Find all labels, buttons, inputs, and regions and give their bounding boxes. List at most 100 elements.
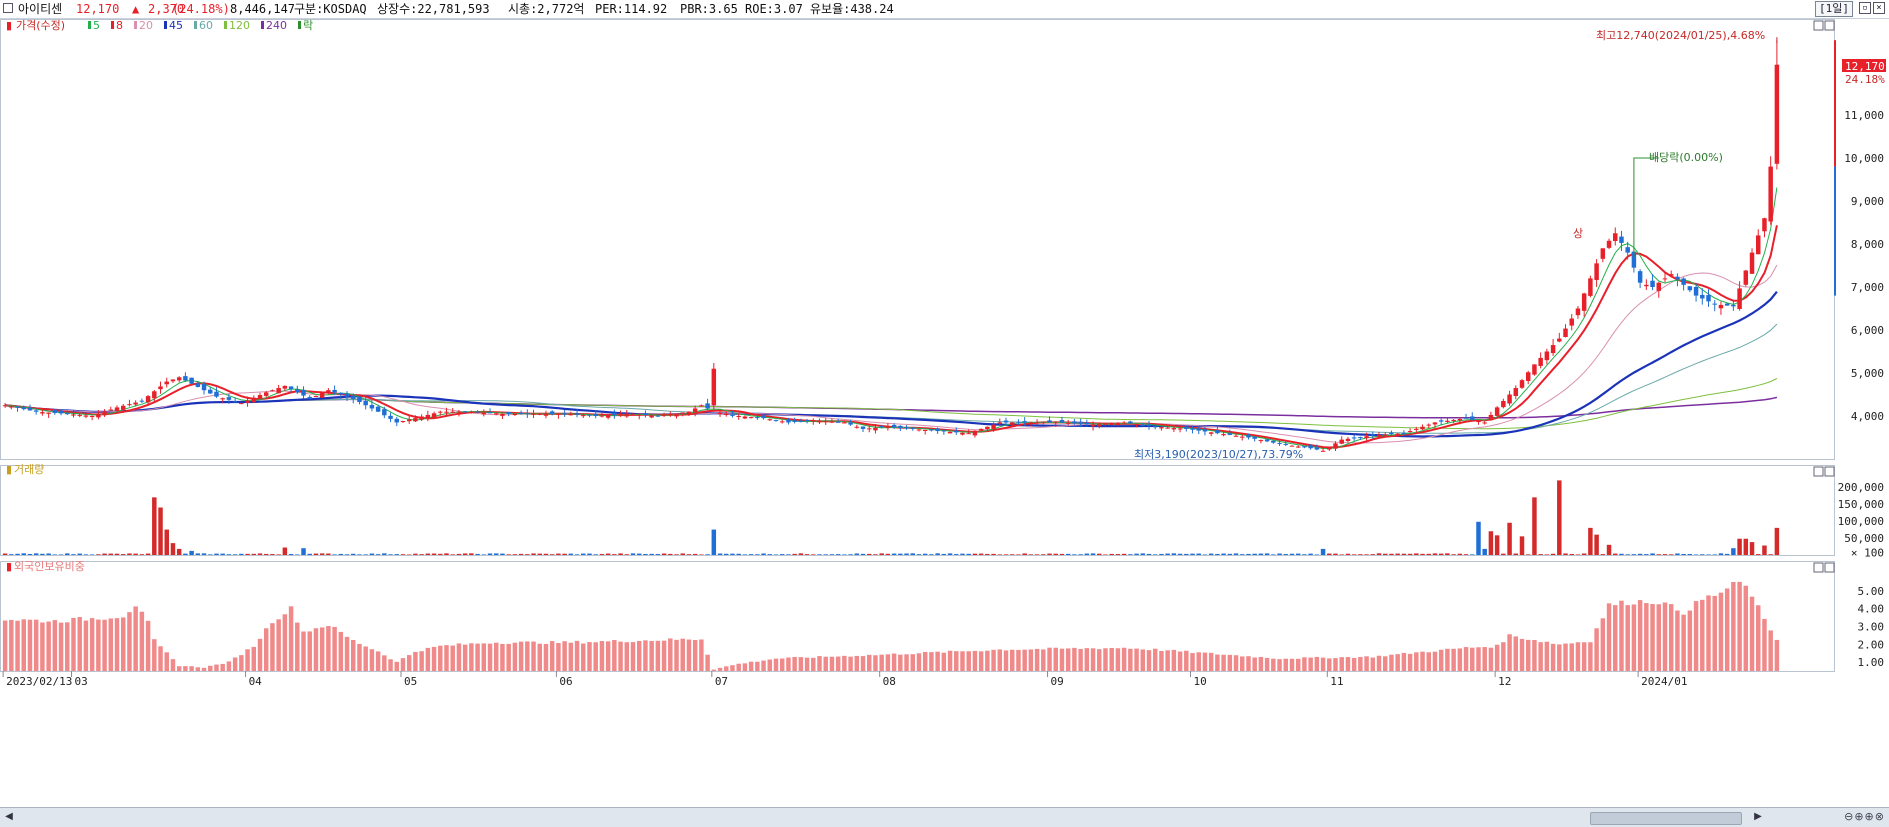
candle [848,422,853,425]
candle [83,415,89,417]
volume-bar [1606,544,1612,555]
volume-bar [1034,554,1040,555]
volume-bar [618,553,623,555]
candle [1600,248,1606,259]
zoom-icons[interactable]: ⊖⊕⊕⊗ [1844,810,1885,823]
close-icon[interactable]: × [1873,2,1885,14]
foreign-ownership-bar [208,665,213,671]
foreign-panel-title: 외국인보유비중 [14,560,85,573]
panel-restore-icon[interactable] [1813,562,1824,573]
volume-bar [456,553,462,555]
volume-bar [674,554,679,555]
foreign-ownership-bar [40,622,45,671]
volume-bar [120,554,126,555]
foreign-ownership-bar [867,654,872,671]
x-tick-label: 03 [74,675,87,688]
foreign-ownership-bar [1084,648,1090,671]
scroll-thumb[interactable] [1590,812,1742,825]
panel-restore-icon[interactable] [1813,466,1824,477]
volume-bar [779,554,785,555]
foreign-ownership-bar [891,653,897,671]
volume-bar [966,553,971,555]
dividend-annotation: 배당락(0.00%) [1649,151,1723,164]
volume-bar [1507,522,1512,555]
foreign-ownership-bar [1470,647,1475,671]
candle [1414,428,1419,430]
volume-bar [686,554,692,555]
volume-bar [1613,553,1618,555]
restore-icon[interactable]: ▫ [1859,2,1871,14]
candle [506,412,511,414]
candle [1314,447,1320,450]
panel-close-icon[interactable] [1824,20,1835,31]
foreign-ownership-bar [1482,647,1487,671]
candle [263,392,269,396]
period-selector[interactable]: [1일] [1815,1,1853,17]
foreign-ownership-bar [89,618,95,671]
volume-bar [1718,553,1724,555]
foreign-ownership-bar [33,619,39,671]
volume-bar [730,553,735,555]
up-arrow-icon: ▲ [132,2,140,16]
volume-bar [65,553,70,555]
candle [1420,426,1425,430]
foreign-ownership-bar [1438,649,1444,671]
y-tick-label: 8,000 [1851,238,1884,251]
candle [220,398,225,400]
volume-bar [431,553,437,555]
volume-bar [1295,553,1301,555]
foreign-ownership-bar [2,620,8,671]
foreign-ownership-bar [1184,650,1189,671]
foreign-ownership-bar [630,642,636,671]
select-checkbox[interactable] [3,3,13,13]
volume-bar [1190,553,1195,555]
candle [332,389,337,393]
volume-bar [462,553,468,555]
candle [1277,442,1282,444]
scroll-left-icon[interactable]: ◀ [3,811,15,823]
foreign-ownership-bar [1258,656,1264,671]
panel-close-icon[interactable] [1824,562,1835,573]
foreign-ownership-bar [916,653,922,671]
candle [338,392,344,395]
candle [935,428,940,432]
foreign-ownership-bar [1382,656,1388,671]
stock-chart[interactable]: 4,000 5,000 6,000 7,000 8,000 9,000 10,000 11,0… [0,19,1889,807]
panel-restore-icon[interactable] [1813,20,1824,31]
candle [1426,424,1431,426]
candle [761,415,766,419]
candle [1681,278,1686,285]
volume-bar [724,553,729,555]
volume-bar [761,553,766,555]
volume-bar [46,553,51,555]
horizontal-scrollbar[interactable]: ◀ ▶ ⊖⊕⊕⊗ [0,807,1889,827]
candle [1525,372,1531,381]
candle [922,429,928,431]
volume-bar [1171,553,1177,555]
foreign-ownership-bar [1333,658,1338,671]
candle [972,431,978,436]
volume-bar [1756,554,1761,555]
pbr-value: PBR:3.65 [680,2,738,16]
foreign-ownership-bar [562,641,567,671]
candle [1034,422,1040,424]
foreign-ownership-bar [1059,648,1065,671]
foreign-ownership-bar [214,664,219,671]
foreign-ownership-bar [829,656,835,671]
legend-swatch [88,21,91,29]
panel-close-icon[interactable] [1824,466,1835,477]
current-price: 12,170 [76,2,120,16]
candle [593,413,598,416]
foreign-ownership-bar [910,654,915,671]
candle [910,427,915,429]
volume-bar [1271,554,1276,555]
volume-bar [525,554,530,555]
candle [9,406,14,408]
volume-bar [1581,553,1587,555]
volume-bar [1103,554,1108,555]
foreign-ownership-bar [375,651,381,671]
volume-bar [1563,553,1568,555]
foreign-ownership-bar [1264,657,1270,671]
scroll-right-icon[interactable]: ▶ [1752,811,1764,823]
foreign-ownership-bar [388,659,393,671]
